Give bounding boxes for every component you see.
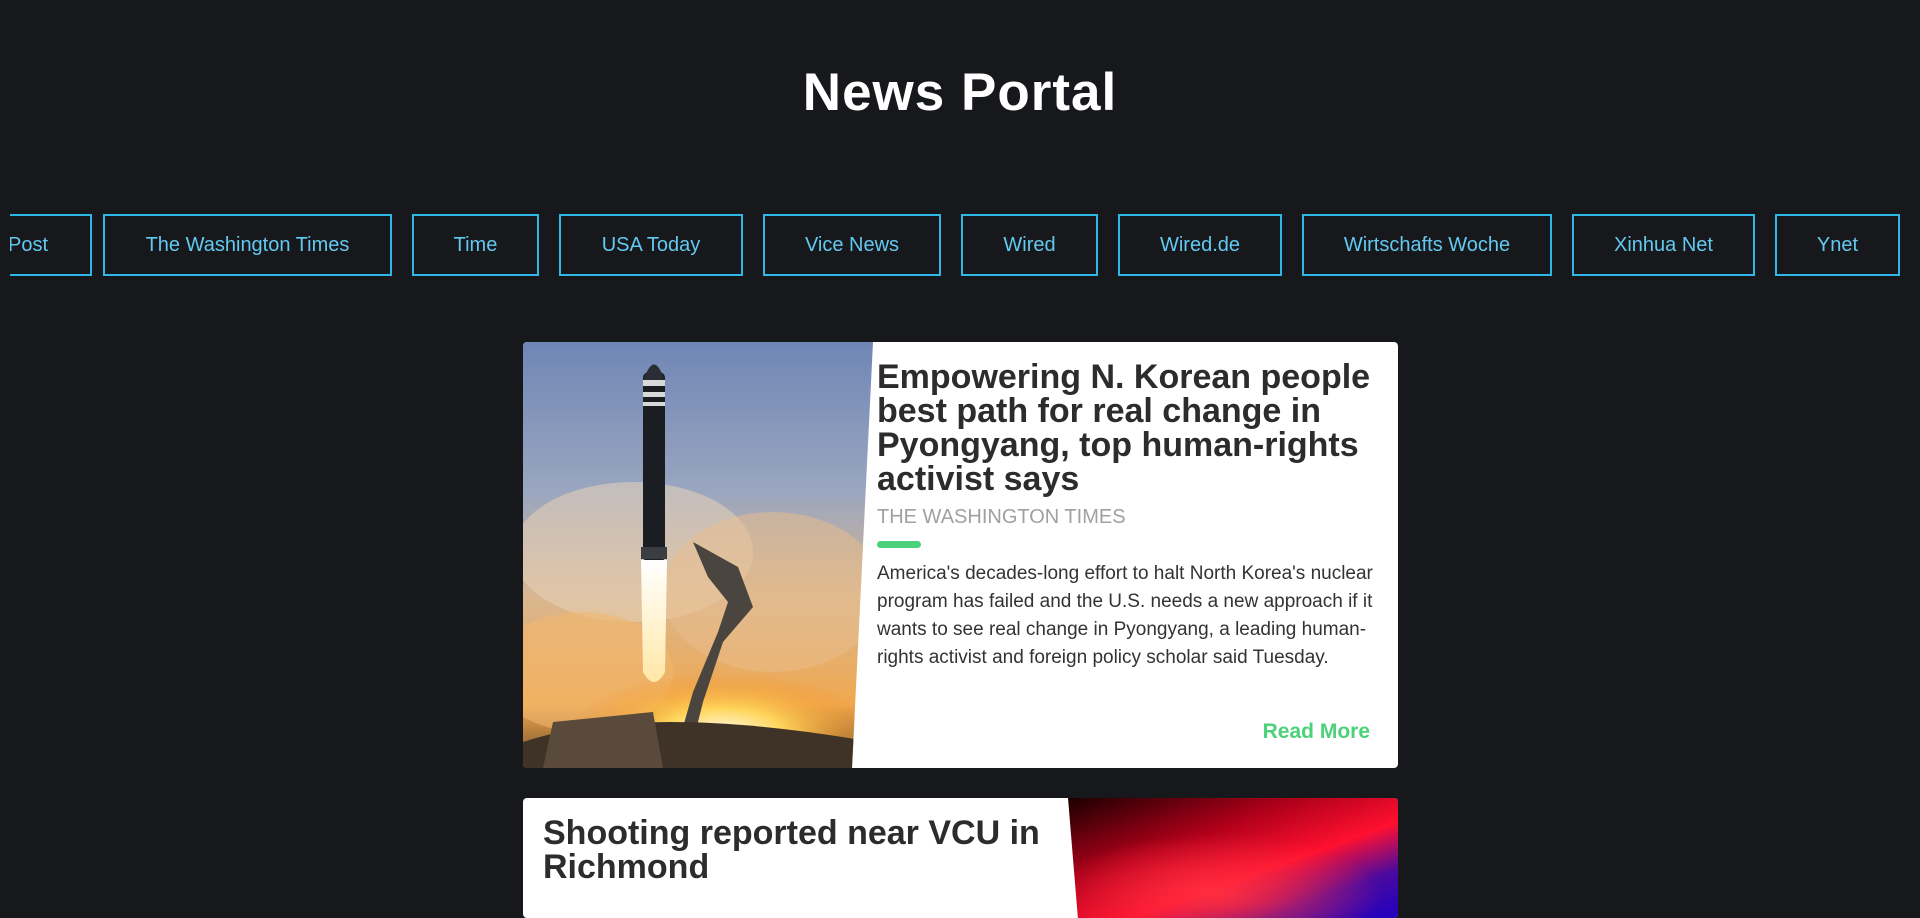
article-body: Empowering N. Korean people best path fo… <box>877 360 1377 672</box>
source-button-post[interactable]: Post <box>10 214 92 276</box>
article-card[interactable]: Shooting reported near VCU in Richmond <box>523 798 1398 918</box>
source-filter-bar[interactable]: Post The Washington Times Time USA Today… <box>10 214 1910 278</box>
source-button-wired[interactable]: Wired <box>961 214 1098 276</box>
source-button-usa-today[interactable]: USA Today <box>559 214 743 276</box>
accent-divider <box>877 541 921 548</box>
article-image-police-lights[interactable] <box>1068 798 1398 918</box>
source-button-vice-news[interactable]: Vice News <box>763 214 941 276</box>
article-source: THE WASHINGTON TIMES <box>877 506 1126 528</box>
source-button-wirtschafts-woche[interactable]: Wirtschafts Woche <box>1302 214 1552 276</box>
article-image-missile-launch[interactable] <box>523 342 873 768</box>
page-title: News Portal <box>802 63 1118 122</box>
source-button-xinhua-net[interactable]: Xinhua Net <box>1572 214 1755 276</box>
article-card[interactable]: Empowering N. Korean people best path fo… <box>523 342 1398 768</box>
article-headline[interactable]: Shooting reported near VCU in Richmond <box>543 816 1063 884</box>
source-button-time[interactable]: Time <box>412 214 539 276</box>
article-body: Shooting reported near VCU in Richmond <box>543 816 1063 884</box>
read-more-link[interactable]: Read More <box>1263 720 1370 744</box>
source-button-the-washington-times[interactable]: The Washington Times <box>103 214 392 276</box>
article-headline[interactable]: Empowering N. Korean people best path fo… <box>877 360 1377 496</box>
source-button-wired-de[interactable]: Wired.de <box>1118 214 1282 276</box>
article-summary: America's decades-long effort to halt No… <box>877 563 1373 668</box>
source-button-ynet[interactable]: Ynet <box>1775 214 1900 276</box>
